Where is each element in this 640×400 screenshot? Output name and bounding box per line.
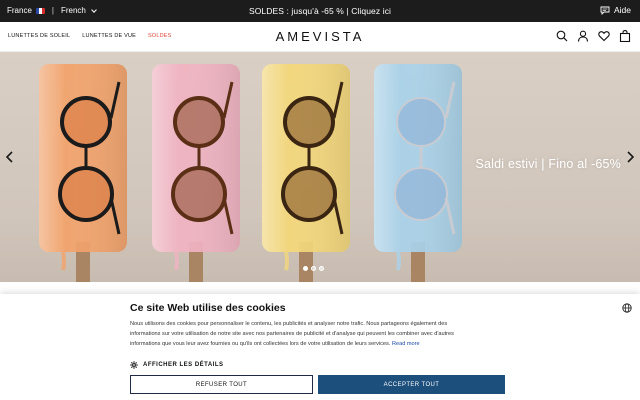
bag-icon[interactable]	[619, 30, 631, 42]
show-details-label[interactable]: AFFICHER LES DÉTAILS	[143, 362, 224, 368]
globe-icon[interactable]	[622, 303, 632, 313]
promo-banner: SOLDES : jusqu'à -65 % | Cliquez ici	[0, 6, 640, 16]
cookie-title: Ce site Web utilise des cookies	[130, 302, 286, 314]
header-actions	[556, 30, 631, 42]
read-more-link[interactable]: Read more	[392, 341, 420, 347]
refuse-all-button[interactable]: REFUSER TOUT	[130, 375, 313, 394]
main-header: LUNETTES DE SOLEIL LUNETTES DE VUE SOLDE…	[0, 22, 640, 52]
wishlist-heart-icon[interactable]	[598, 30, 610, 42]
logo[interactable]: AMEVISTA	[0, 29, 640, 44]
gear-icon	[130, 361, 138, 369]
help-label[interactable]: Aide	[614, 5, 631, 15]
cookie-consent-banner: Ce site Web utilise des cookies Nous uti…	[0, 294, 640, 400]
accept-all-button[interactable]: ACCEPTER TOUT	[318, 375, 505, 394]
announcement-bar: France | French SOLDES : jusqu'à -65 % |…	[0, 0, 640, 22]
help-link[interactable]: Aide	[600, 5, 631, 15]
chevron-left-icon[interactable]	[4, 150, 16, 164]
show-details-toggle[interactable]: AFFICHER LES DÉTAILS	[130, 361, 224, 369]
carousel-dots	[303, 266, 324, 271]
hero-caption[interactable]: Saldi estivi | Fino al -65%	[475, 157, 621, 171]
promo-link[interactable]: SOLDES : jusqu'à -65 % | Cliquez ici	[249, 6, 391, 16]
account-icon[interactable]	[577, 30, 589, 42]
search-icon[interactable]	[556, 30, 568, 42]
carousel-dot[interactable]	[303, 266, 308, 271]
cookie-description: Nous utilisons des cookies pour personna…	[130, 319, 470, 350]
chevron-right-icon[interactable]	[624, 150, 636, 164]
chat-icon	[600, 6, 610, 15]
carousel-dot[interactable]	[311, 266, 316, 271]
hero-carousel[interactable]: Saldi estivi | Fino al -65%	[0, 52, 640, 282]
carousel-dot[interactable]	[319, 266, 324, 271]
